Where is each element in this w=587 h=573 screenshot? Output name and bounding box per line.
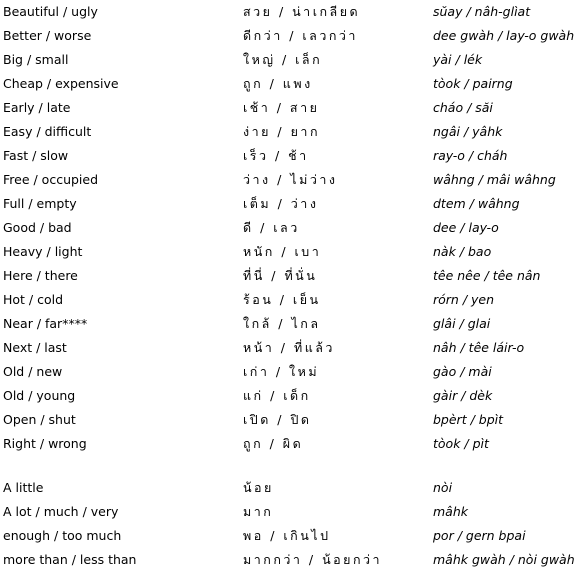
english-term: A lot / much / very	[3, 504, 119, 519]
english-term: Easy / difficult	[3, 124, 92, 139]
thai-term: ดีกว่า / เลวกว่า	[243, 28, 358, 43]
vocabulary-row: Big / small ใหญ่ / เล็ก yài / lék	[0, 49, 587, 73]
transliteration: dee / lay-o	[433, 220, 499, 235]
vocabulary-row: more than / less than มากกว่า / น้อยกว่า m…	[0, 549, 587, 573]
vocabulary-row: Free / occupied ว่าง / ไม่ว่าง wâhng / mâi…	[0, 169, 587, 193]
transliteration: nòi	[433, 480, 453, 495]
transliteration: yài / lék	[433, 52, 483, 67]
english-term: Fast / slow	[3, 148, 69, 163]
transliteration: sŭay / nâh-glìat	[433, 4, 531, 19]
english-term: Here / there	[3, 268, 78, 283]
vocabulary-table: Beautiful / ugly สวย / น่าเกลียด sŭay / nâ…	[0, 1, 587, 573]
transliteration: bpèrt / bpìt	[433, 412, 504, 427]
transliteration: ray-o / cháh	[433, 148, 508, 163]
english-term: Heavy / light	[3, 244, 83, 259]
thai-term: น้อย	[243, 480, 274, 495]
english-term: Right / wrong	[3, 436, 87, 451]
transliteration: por / gern bpai	[433, 528, 526, 543]
english-term: A little	[3, 480, 44, 495]
thai-term: มาก	[243, 504, 274, 519]
english-term: Next / last	[3, 340, 67, 355]
thai-term: หนัก / เบา	[243, 244, 322, 259]
vocabulary-row: Right / wrong ถูก / ผิด tòok / pìt	[0, 433, 587, 457]
vocabulary-row: Better / worse ดีกว่า / เลวกว่า dee gwàh /…	[0, 25, 587, 49]
transliteration: cháo / săi	[433, 100, 493, 115]
thai-term: เช้า / สาย	[243, 100, 320, 115]
thai-term: ดี / เลว	[243, 220, 300, 235]
transliteration: têe nêe / têe nân	[433, 268, 541, 283]
english-term: more than / less than	[3, 552, 137, 567]
transliteration: nâh / têe láir-o	[433, 340, 525, 355]
thai-term: สวย / น่าเกลียด	[243, 4, 361, 19]
transliteration: glâi / glai	[433, 316, 491, 331]
vocabulary-row: Heavy / light หนัก / เบา nàk / bao	[0, 241, 587, 265]
vocabulary-row: Near / far**** ใกล้ / ไกล glâi / glai	[0, 313, 587, 337]
transliteration: gàir / dèk	[433, 388, 493, 403]
vocabulary-row: A little น้อย nòi	[0, 477, 587, 501]
thai-term: หน้า / ที่แล้ว	[243, 340, 335, 355]
english-term: Open / shut	[3, 412, 76, 427]
group-separator	[0, 457, 587, 477]
vocabulary-group: A little น้อย nòi A lot / much / very มาก mâh…	[0, 477, 587, 573]
transliteration: gào / mài	[433, 364, 492, 379]
english-term: Near / far****	[3, 316, 88, 331]
transliteration: wâhng / mâi wâhng	[433, 172, 556, 187]
english-term: Cheap / expensive	[3, 76, 119, 91]
transliteration: mâhk	[433, 504, 468, 519]
transliteration: mâhk gwàh / nòi gwàh	[433, 552, 575, 567]
thai-term: ที่นี่ / ที่นั่น	[243, 268, 318, 283]
thai-term: มากกว่า / น้อยกว่า	[243, 552, 383, 567]
thai-term: ถูก / แพง	[243, 76, 313, 91]
vocabulary-row: Full / empty เต็ม / ว่าง dtem / wâhng	[0, 193, 587, 217]
thai-term: ถูก / ผิด	[243, 436, 304, 451]
thai-term: เปิด / ปิด	[243, 412, 312, 427]
thai-term: ใหญ่ / เล็ก	[243, 52, 323, 67]
english-term: Early / late	[3, 100, 71, 115]
english-term: Old / new	[3, 364, 63, 379]
english-term: Old / young	[3, 388, 76, 403]
english-term: Good / bad	[3, 220, 72, 235]
vocabulary-row: enough / too much พอ / เกินไป por / gern b…	[0, 525, 587, 549]
vocabulary-row: A lot / much / very มาก mâhk	[0, 501, 587, 525]
transliteration: tòok / pìt	[433, 436, 489, 451]
vocabulary-row: Cheap / expensive ถูก / แพง tòok / pairng	[0, 73, 587, 97]
transliteration: dee gwàh / lay-o gwàh	[433, 28, 575, 43]
vocabulary-row: Old / young แก่ / เด็ก gàir / dèk	[0, 385, 587, 409]
thai-term: พอ / เกินไป	[243, 528, 331, 543]
thai-term: เก่า / ใหม่	[243, 364, 320, 379]
thai-term: ใกล้ / ไกล	[243, 316, 321, 331]
transliteration: rórn / yen	[433, 292, 495, 307]
english-term: Hot / cold	[3, 292, 64, 307]
transliteration: ngâi / yâhk	[433, 124, 503, 139]
vocabulary-row: Here / there ที่นี่ / ที่นั่น têe nêe / tê…	[0, 265, 587, 289]
thai-term: แก่ / เด็ก	[243, 388, 311, 403]
vocabulary-row: Fast / slow เร็ว / ช้า ray-o / cháh	[0, 145, 587, 169]
thai-term: ว่าง / ไม่ว่าง	[243, 172, 338, 187]
transliteration: dtem / wâhng	[433, 196, 520, 211]
transliteration: tòok / pairng	[433, 76, 513, 91]
thai-term: ร้อน / เย็น	[243, 292, 321, 307]
thai-term: ง่าย / ยาก	[243, 124, 321, 139]
english-term: Free / occupied	[3, 172, 99, 187]
vocabulary-group: Beautiful / ugly สวย / น่าเกลียด sŭay / nâ…	[0, 1, 587, 457]
thai-term: เต็ม / ว่าง	[243, 196, 319, 211]
vocabulary-row: Beautiful / ugly สวย / น่าเกลียด sŭay / nâ…	[0, 1, 587, 25]
vocabulary-row: Easy / difficult ง่าย / ยาก ngâi / yâhk	[0, 121, 587, 145]
english-term: Big / small	[3, 52, 69, 67]
english-term: enough / too much	[3, 528, 122, 543]
vocabulary-row: Open / shut เปิด / ปิด bpèrt / bpìt	[0, 409, 587, 433]
vocabulary-row: Next / last หน้า / ที่แล้ว nâh / têe láir-…	[0, 337, 587, 361]
vocabulary-row: Hot / cold ร้อน / เย็น rórn / yen	[0, 289, 587, 313]
thai-term: เร็ว / ช้า	[243, 148, 309, 163]
english-term: Better / worse	[3, 28, 92, 43]
transliteration: nàk / bao	[433, 244, 492, 259]
vocabulary-row: Old / new เก่า / ใหม่ gào / mài	[0, 361, 587, 385]
english-term: Full / empty	[3, 196, 77, 211]
vocabulary-row: Good / bad ดี / เลว dee / lay-o	[0, 217, 587, 241]
vocabulary-row: Early / late เช้า / สาย cháo / săi	[0, 97, 587, 121]
english-term: Beautiful / ugly	[3, 4, 98, 19]
